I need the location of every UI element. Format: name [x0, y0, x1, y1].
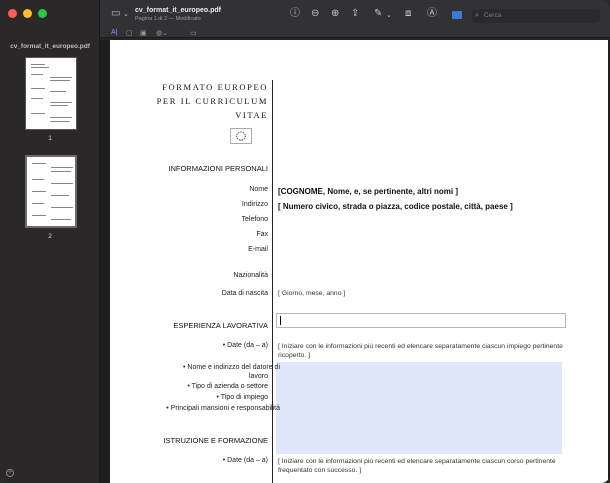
label-data-nascita: Data di nascita — [221, 290, 268, 297]
page-thumbnail-1[interactable] — [25, 57, 77, 130]
label-employer-cont: lavoro — [248, 373, 268, 380]
label-nome: Nome — [249, 186, 268, 193]
window-controls — [8, 9, 47, 18]
thumbnail-sidebar: cv_format_it_europeo.pdf 1 2 + — [0, 0, 100, 483]
label-job-type: • Tipo di impiego — [216, 394, 268, 401]
cv-header-line-3: VITAE — [235, 110, 268, 120]
pdf-page: FORMATO EUROPEO PER IL CURRICULUM VITAE … — [110, 40, 608, 483]
cv-header-line-2: PER IL CURRICULUM — [156, 96, 268, 106]
add-icon[interactable]: + — [6, 469, 14, 477]
experience-hint: [ Iniziare con le informazioni più recen… — [278, 343, 563, 359]
section-education: ISTRUZIONE E FORMAZIONE — [163, 436, 268, 445]
label-nazionalita: Nazionalità — [233, 272, 268, 279]
markup-toolbar: A| ▢ ▣ ◍⌄ ▭ — [100, 28, 610, 40]
document-subtitle: Pagina 1 di 2 — Modificato — [135, 16, 201, 22]
label-email: E-mail — [248, 246, 268, 253]
eu-flag-logo — [230, 128, 252, 144]
zoom-button[interactable] — [38, 9, 47, 18]
name-value: [COGNOME, Nome, e, se pertinente, altri … — [278, 187, 459, 196]
label-edu-date: • Date (da – a) — [222, 457, 268, 464]
document-title: cv_format_it_europeo.pdf — [135, 7, 221, 14]
document-viewport[interactable]: FORMATO EUROPEO PER IL CURRICULUM VITAE … — [100, 40, 610, 483]
search-placeholder: Cerca — [484, 12, 502, 19]
label-fax: Fax — [256, 231, 268, 238]
education-hint: [ Iniziare con le informazioni più recen… — [278, 458, 556, 474]
close-button[interactable] — [8, 9, 17, 18]
search-icon: ⌕ — [475, 12, 479, 19]
label-exp-date: • Date (da – a) — [222, 342, 268, 349]
sidebar-toggle-icon[interactable]: ▭ — [111, 9, 120, 19]
sketch-icon[interactable]: ▣ — [140, 29, 147, 37]
preview-window: cv_format_it_europeo.pdf 1 2 + ▭ ⌄ cv_fo… — [0, 0, 610, 483]
zoom-in-icon[interactable]: ⊕ — [331, 9, 339, 19]
info-icon[interactable]: ⓘ — [290, 9, 300, 19]
pen-markup-icon[interactable]: ✎ — [374, 9, 382, 19]
dob-value: [ Giorno, mese, anno ] — [278, 290, 346, 297]
label-company-type: • Tipo di azienda o settore — [187, 383, 268, 390]
zoom-out-icon[interactable]: ⊖ — [311, 9, 319, 19]
sidebar-filename: cv_format_it_europeo.pdf — [10, 43, 90, 50]
text-selection-icon[interactable]: A| — [111, 29, 118, 36]
form-fill-area[interactable] — [276, 362, 562, 454]
section-personal-info: INFORMAZIONI PERSONALI — [168, 164, 268, 173]
label-telefono: Telefono — [241, 216, 268, 223]
page-thumbnail-2[interactable] — [25, 155, 77, 228]
label-employer: • Nome e indirizzo del datore di — [183, 364, 280, 371]
search-field[interactable]: ⌕ Cerca — [472, 9, 600, 23]
text-box-icon[interactable]: ▭ — [190, 29, 197, 37]
annotate-icon[interactable]: Ⓐ — [427, 9, 437, 19]
column-divider — [272, 80, 273, 483]
highlight-icon[interactable] — [452, 11, 462, 19]
text-field[interactable] — [276, 313, 566, 328]
page-number-2: 2 — [48, 233, 52, 240]
chevron-down-icon[interactable]: ⌄ — [123, 10, 129, 20]
markup-options-chevron-icon[interactable]: ⌄ — [386, 11, 392, 21]
label-responsibilities: • Principali mansioni e responsabilità — [166, 405, 280, 412]
rectangle-selection-icon[interactable]: ▢ — [126, 29, 133, 37]
section-work-experience: ESPERIENZA LAVORATIVA — [173, 321, 268, 330]
label-indirizzo: Indirizzo — [241, 201, 268, 208]
shapes-icon[interactable]: ◍⌄ — [156, 29, 168, 37]
share-icon[interactable]: ⇪ — [351, 9, 359, 19]
address-value: [ Numero civico, strada o piazza, codice… — [278, 202, 513, 211]
page-number-1: 1 — [48, 135, 52, 142]
minimize-button[interactable] — [23, 9, 32, 18]
cv-header-line-1: FORMATO EUROPEO — [162, 82, 268, 92]
crop-icon[interactable]: ⧈ — [405, 9, 411, 19]
